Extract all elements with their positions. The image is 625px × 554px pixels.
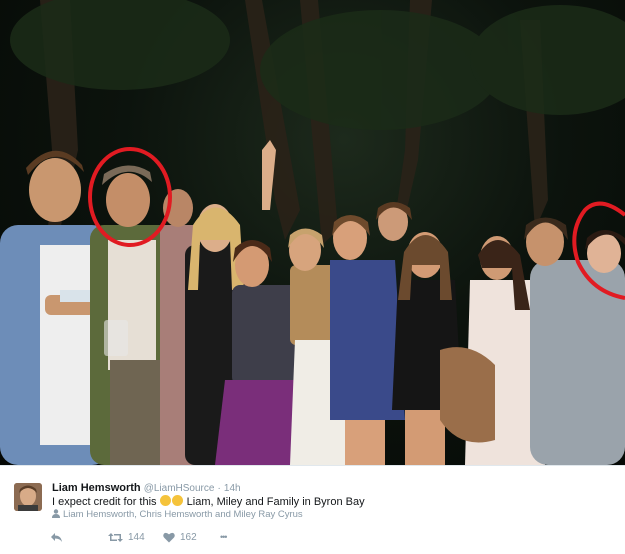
- like-count: 162: [180, 531, 197, 543]
- tagged-people[interactable]: Liam Hemsworth, Chris Hemsworth and Mile…: [52, 508, 303, 521]
- person-icon: [52, 509, 60, 518]
- tweet-card: Liam Hemsworth @LiamHSource · 14h I expe…: [0, 465, 625, 554]
- timestamp[interactable]: 14h: [224, 483, 241, 494]
- grimacing-face-emoji: [159, 495, 171, 506]
- people: [0, 140, 625, 465]
- tagged-people-label: Liam Hemsworth, Chris Hemsworth and Mile…: [63, 509, 303, 520]
- reply-button[interactable]: [50, 529, 63, 545]
- tweet-photo[interactable]: [0, 0, 625, 465]
- more-icon: •••: [220, 532, 228, 542]
- tweet-text-part-2: Liam, Miley and Family in Byron Bay: [186, 496, 365, 508]
- tweet-text: I expect credit for this Liam, Miley and…: [52, 495, 365, 509]
- person-10: [440, 236, 545, 465]
- heart-icon: [163, 532, 175, 542]
- avatar-illustration: [14, 483, 42, 511]
- like-button[interactable]: 162: [163, 529, 197, 545]
- retweet-icon: [108, 532, 123, 542]
- tweet-header: Liam Hemsworth @LiamHSource · 14h: [52, 481, 241, 496]
- user-handle[interactable]: @LiamHSource: [144, 483, 215, 494]
- reply-icon: [51, 532, 62, 542]
- more-button[interactable]: •••: [220, 529, 228, 545]
- tweet-text-part-1: I expect credit for this: [52, 496, 157, 508]
- separator-dot: ·: [217, 483, 221, 494]
- person-8: [376, 202, 412, 241]
- laughing-face-emoji: [171, 495, 183, 506]
- display-name[interactable]: Liam Hemsworth: [52, 482, 141, 494]
- avatar[interactable]: [14, 483, 42, 511]
- retweet-count: 144: [128, 531, 145, 543]
- foliage: [10, 0, 625, 130]
- group-photo-illustration: [0, 0, 625, 465]
- retweet-button[interactable]: 144: [108, 529, 145, 545]
